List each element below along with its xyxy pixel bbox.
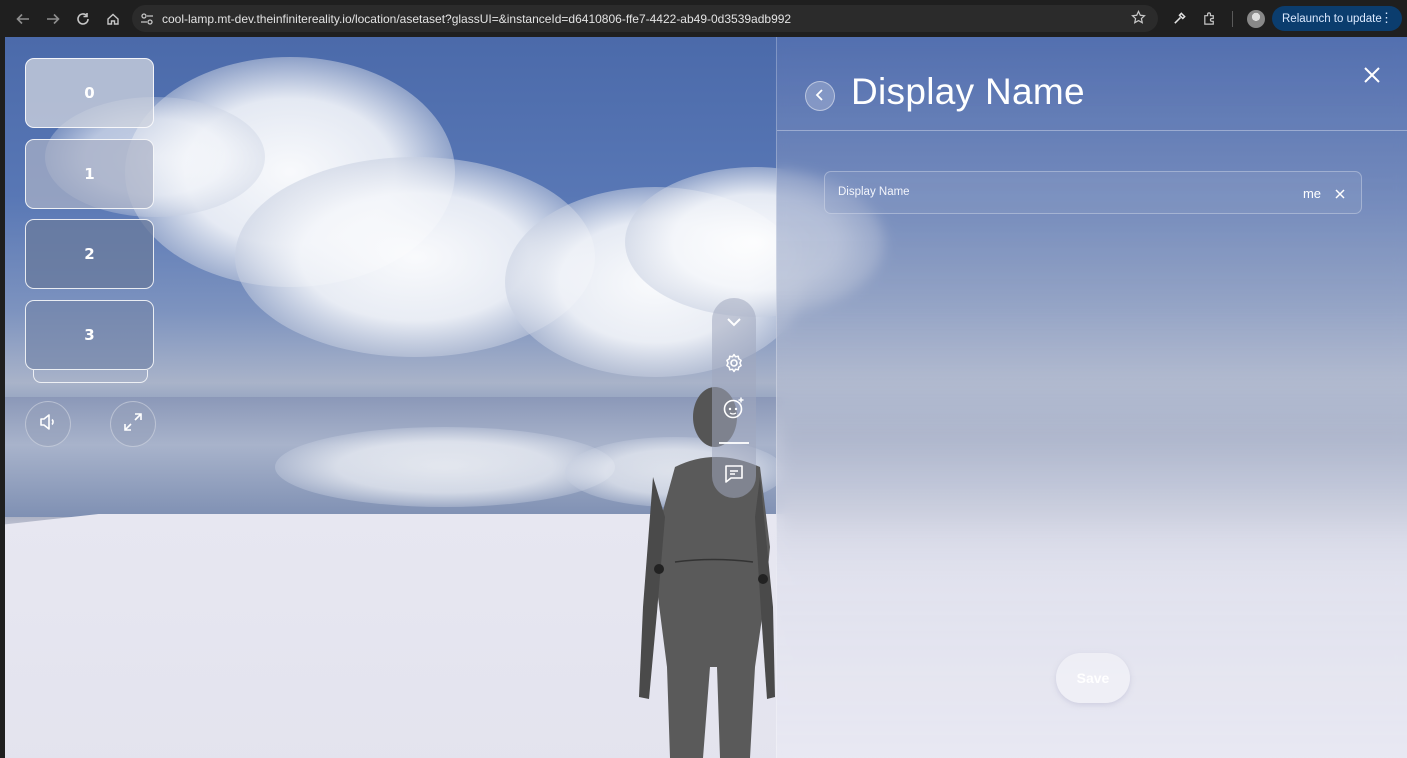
chat-button[interactable]	[719, 461, 749, 491]
gear-icon	[723, 352, 745, 378]
profile-avatar[interactable]	[1245, 8, 1267, 30]
back-arrow-icon[interactable]	[8, 4, 38, 34]
site-settings-icon[interactable]	[132, 12, 162, 26]
display-name-input[interactable]	[1201, 183, 1321, 203]
kebab-menu-icon[interactable]: ⋮	[1380, 10, 1393, 26]
home-icon[interactable]	[98, 4, 128, 34]
slot-label: 0	[84, 84, 95, 102]
forward-arrow-icon[interactable]	[38, 4, 68, 34]
speaker-icon	[37, 411, 59, 437]
display-name-panel: Display Name Display Name Save	[776, 37, 1407, 758]
eyedropper-icon[interactable]	[1168, 8, 1190, 30]
3d-viewport[interactable]: 0 1 2 3 Display Name Display Name me Sav…	[5, 37, 1407, 758]
toolbar-divider	[719, 442, 749, 444]
collapse-toolbar-button[interactable]	[719, 309, 749, 339]
slot-label: 1	[84, 165, 95, 183]
extensions-icon[interactable]	[1198, 8, 1220, 30]
browser-actions	[1168, 5, 1267, 32]
settings-button[interactable]	[719, 350, 749, 380]
hotbar-slot-2[interactable]: 2	[25, 219, 154, 289]
clear-input-button[interactable]	[1333, 186, 1347, 200]
close-button[interactable]	[1361, 66, 1383, 88]
panel-header: Display Name	[777, 37, 1407, 131]
toolbar-divider	[1232, 10, 1233, 27]
save-button[interactable]: Save	[1056, 653, 1130, 703]
mute-button[interactable]	[25, 401, 71, 447]
relaunch-to-update-button[interactable]: Relaunch to update ⋮	[1272, 6, 1402, 31]
reload-icon[interactable]	[68, 4, 98, 34]
slot-stack-edge	[33, 370, 148, 383]
url-text[interactable]: cool-lamp.mt-dev.theinfinitereality.io/l…	[162, 12, 791, 26]
slot-label: 3	[84, 326, 95, 344]
close-icon	[1335, 184, 1345, 203]
display-name-label: Display Name	[838, 186, 910, 198]
chat-icon	[723, 463, 745, 489]
fullscreen-button[interactable]	[110, 401, 156, 447]
close-icon	[1363, 66, 1381, 88]
hotbar-slot-3[interactable]: 3	[25, 300, 154, 370]
page-title: Display Name	[851, 71, 1085, 112]
back-button[interactable]	[805, 81, 835, 111]
slot-label: 2	[84, 245, 95, 263]
star-icon[interactable]	[1131, 9, 1146, 29]
avatar-mannequin	[625, 367, 785, 758]
chevron-left-icon	[813, 87, 827, 106]
chevron-down-icon	[725, 313, 743, 335]
hotbar-slot-1[interactable]: 1	[25, 139, 154, 209]
cloud-reflection	[275, 427, 615, 507]
address-bar[interactable]: cool-lamp.mt-dev.theinfinitereality.io/l…	[132, 5, 1158, 32]
hotbar-slot-0[interactable]: 0	[25, 58, 154, 128]
side-toolbar	[712, 298, 756, 498]
avatar-editor-button[interactable]	[719, 395, 749, 425]
display-name-field[interactable]: Display Name	[824, 171, 1362, 214]
expand-icon	[122, 411, 144, 437]
browser-toolbar: cool-lamp.mt-dev.theinfinitereality.io/l…	[0, 0, 1407, 37]
relaunch-label: Relaunch to update	[1282, 12, 1382, 25]
avatar-sparkle-icon	[722, 396, 746, 424]
